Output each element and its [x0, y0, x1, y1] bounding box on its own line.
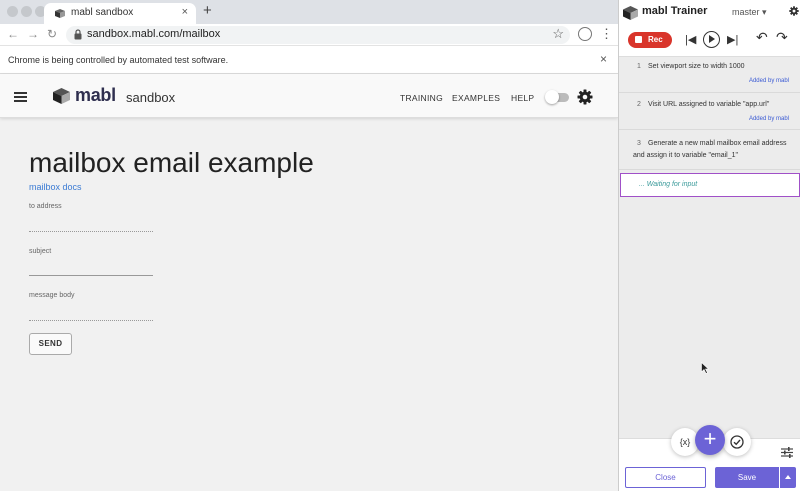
- record-label: Rec: [648, 35, 663, 44]
- step-added-by: Added by mabl: [748, 78, 789, 84]
- settings-gear-icon[interactable]: [577, 89, 593, 105]
- step-added-by: Added by mabl: [748, 116, 789, 122]
- step-text: Visit URL assigned to variable "app.url": [648, 101, 770, 108]
- page-title: mailbox email example: [29, 147, 314, 178]
- stop-icon: [635, 36, 642, 43]
- message-body-input[interactable]: [29, 320, 153, 321]
- tab-close-icon[interactable]: ×: [182, 6, 188, 18]
- nav-training[interactable]: TRAINING: [400, 93, 443, 103]
- step-text: Set viewport size to width 1000: [648, 63, 745, 70]
- tab-strip: mabl sandbox × +: [0, 0, 618, 24]
- mabl-trainer-panel: mabl Trainer master ▾ Rec |◀ ▶| ↶ ↷ 1 Se…: [618, 0, 800, 491]
- step-text: Generate a new mabl mailbox email addres…: [633, 140, 787, 159]
- url-text: sandbox.mabl.com/mailbox: [87, 28, 221, 40]
- add-assertion-button[interactable]: [723, 428, 751, 456]
- branch-selector[interactable]: master ▾: [732, 7, 767, 18]
- brand-name: mabl: [75, 85, 116, 105]
- browser-window: mabl sandbox × + ← → ↻ sandbox.mabl.com/…: [0, 0, 618, 491]
- waiting-text: ... Waiting for input: [639, 181, 698, 188]
- step-row[interactable]: 1 Set viewport size to width 1000 Added …: [619, 57, 800, 93]
- back-icon[interactable]: ←: [7, 27, 19, 41]
- send-button[interactable]: SEND: [29, 333, 72, 355]
- undo-icon[interactable]: ↶: [756, 29, 768, 46]
- reload-icon[interactable]: ↻: [47, 27, 57, 41]
- theme-toggle[interactable]: [545, 90, 569, 104]
- skip-to-start-icon[interactable]: |◀: [685, 33, 696, 46]
- step-number: 2: [637, 101, 641, 108]
- play-icon[interactable]: [703, 31, 720, 48]
- close-button[interactable]: Close: [625, 467, 706, 488]
- subject-input[interactable]: [29, 275, 153, 276]
- mabl-logo-icon: [623, 6, 638, 20]
- tab-title: mabl sandbox: [71, 7, 134, 18]
- toggle-knob: [545, 90, 559, 104]
- mabl-favicon-icon: [55, 9, 65, 18]
- automation-infobar: Chrome is being controlled by automated …: [0, 46, 618, 74]
- browser-tab[interactable]: mabl sandbox ×: [44, 3, 196, 24]
- options-sliders-icon[interactable]: [781, 447, 793, 458]
- menu-icon[interactable]: [14, 92, 27, 102]
- step-number: 1: [637, 63, 641, 70]
- to-address-input[interactable]: [29, 231, 153, 232]
- to-address-label: to address: [29, 203, 62, 210]
- skip-to-end-icon[interactable]: ▶|: [727, 33, 738, 46]
- lock-icon: [74, 29, 82, 40]
- minimize-window-dot[interactable]: [21, 6, 32, 17]
- nav-help[interactable]: HELP: [511, 93, 534, 103]
- record-button[interactable]: Rec: [628, 32, 672, 48]
- page-content: mabl sandbox TRAINING EXAMPLES HELP mail…: [0, 74, 618, 491]
- add-step-button[interactable]: +: [695, 425, 725, 455]
- url-field[interactable]: sandbox.mabl.com/mailbox ☆: [66, 26, 570, 44]
- trainer-settings-icon[interactable]: [789, 6, 799, 16]
- message-body-label: message body: [29, 292, 75, 299]
- bookmark-star-icon[interactable]: ☆: [552, 26, 564, 42]
- mouse-cursor-icon: [701, 362, 709, 374]
- save-options-dropdown-icon[interactable]: [780, 467, 796, 488]
- waiting-for-input-step[interactable]: ... Waiting for input: [620, 173, 800, 197]
- subject-label: subject: [29, 248, 52, 255]
- brand-subtitle: sandbox: [126, 90, 176, 105]
- new-tab-button[interactable]: +: [203, 2, 212, 19]
- nav-examples[interactable]: EXAMPLES: [452, 93, 500, 103]
- redo-icon[interactable]: ↷: [776, 29, 788, 46]
- forward-icon[interactable]: →: [27, 27, 39, 41]
- mabl-logo-icon: [53, 88, 70, 104]
- trainer-header: mabl Trainer master ▾ Rec |◀ ▶| ↶ ↷: [619, 0, 800, 56]
- mailbox-docs-link[interactable]: mailbox docs: [29, 182, 82, 192]
- address-bar: ← → ↻ sandbox.mabl.com/mailbox ☆ ⋮: [0, 24, 618, 46]
- trainer-title: mabl Trainer: [642, 5, 708, 17]
- infobar-close-icon[interactable]: ×: [600, 52, 607, 66]
- step-list: 1 Set viewport size to width 1000 Added …: [619, 56, 800, 438]
- trainer-footer: {x} + Close Save: [619, 425, 800, 491]
- step-row[interactable]: 3 Generate a new mabl mailbox email addr…: [619, 130, 800, 170]
- automation-notice: Chrome is being controlled by automated …: [8, 55, 229, 65]
- check-circle-icon: [730, 435, 744, 449]
- account-icon[interactable]: [578, 27, 592, 41]
- step-row[interactable]: 2 Visit URL assigned to variable "app.ur…: [619, 93, 800, 130]
- save-button[interactable]: Save: [715, 467, 779, 488]
- browser-menu-icon[interactable]: ⋮: [600, 26, 613, 42]
- app-bar: mabl sandbox TRAINING EXAMPLES HELP: [0, 74, 618, 118]
- close-window-dot[interactable]: [7, 6, 18, 17]
